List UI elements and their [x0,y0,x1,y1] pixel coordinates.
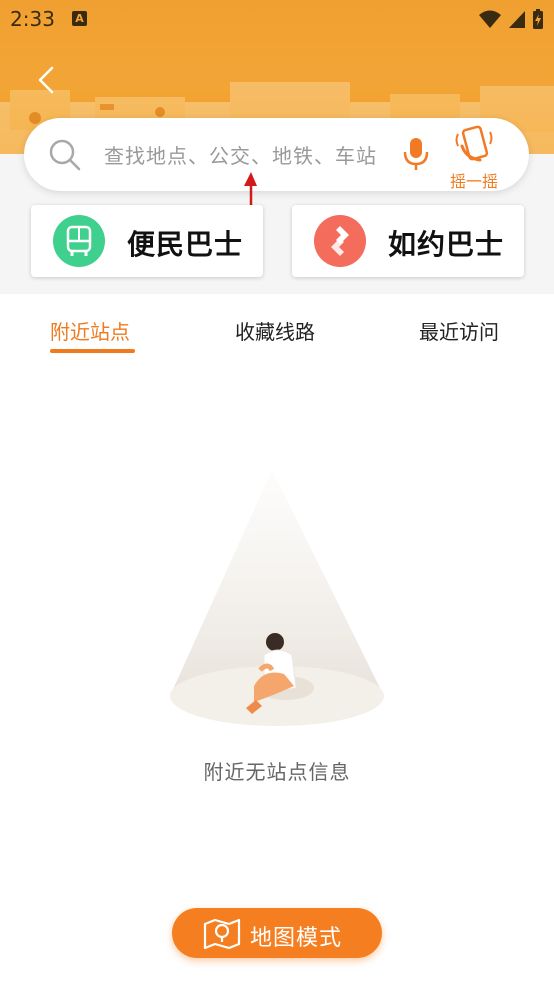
wifi-icon [479,10,501,28]
tab-favorite-routes[interactable]: 收藏线路 [235,316,315,345]
reservation-bus-card[interactable]: 如约巴士 [292,205,524,277]
status-bar: 2:33 A [0,0,554,38]
shake-button[interactable]: 摇一摇 [444,124,504,191]
convenience-bus-card[interactable]: 便民巴士 [31,205,263,277]
notification-a-icon: A [72,11,87,26]
search-bar[interactable]: 查找地点、公交、地铁、车站 摇一摇 [24,118,529,191]
empty-state-illustration [170,470,384,726]
back-arrow-icon[interactable] [32,62,62,98]
card-title: 便民巴士 [127,228,244,261]
map-mode-label: 地图模式 [250,926,343,951]
bus-icon [53,215,105,267]
tab-recent-visits[interactable]: 最近访问 [419,316,499,345]
map-mode-button[interactable]: 地图模式 [172,908,382,958]
map-pin-icon [203,918,241,950]
active-tab-indicator [50,349,135,353]
clock: 2:33 [10,7,55,31]
card-title: 如约巴士 [388,228,505,261]
battery-icon [533,9,543,29]
system-icons [478,8,544,30]
signal-icon [509,11,525,28]
tab-nearby-stops[interactable]: 附近站点 [50,316,130,345]
shake-label: 摇一摇 [449,172,498,191]
search-placeholder[interactable]: 查找地点、公交、地铁、车站 [104,140,377,169]
empty-state-message: 附近无站点信息 [203,760,351,784]
diamond-logo-icon [314,215,366,267]
shake-phone-icon [455,125,493,162]
microphone-icon[interactable] [402,136,430,172]
search-icon [49,139,81,171]
